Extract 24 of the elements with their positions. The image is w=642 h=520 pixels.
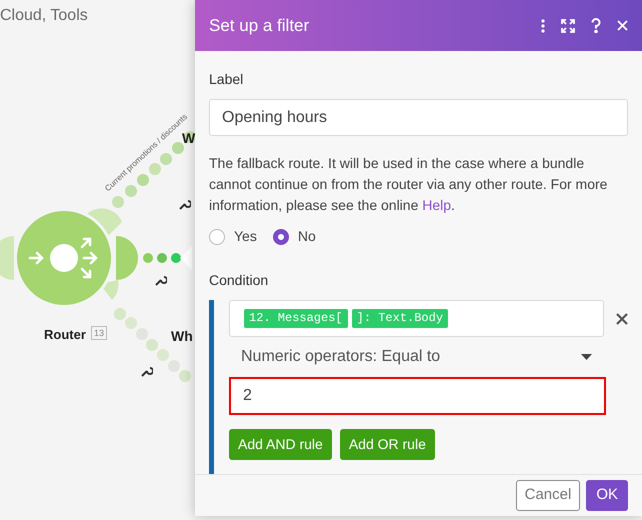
label-input[interactable]: Opening hours — [209, 99, 628, 136]
close-icon[interactable] — [617, 20, 628, 31]
help-link[interactable]: Help — [422, 197, 452, 213]
help-icon[interactable] — [591, 18, 601, 33]
fallback-radio[interactable]: Yes — [209, 226, 257, 247]
value-input[interactable]: 2 — [229, 377, 606, 415]
fallback-radio[interactable]: No — [272, 226, 316, 247]
cancel-button[interactable]: Cancel — [516, 480, 580, 511]
router-badge: 13 — [91, 326, 108, 340]
add-rule-button[interactable]: Add OR rule — [340, 429, 435, 460]
dialog-title: Set up a filter — [209, 14, 310, 37]
ok-button[interactable]: OK — [586, 480, 628, 511]
breadcrumb: Cloud, Tools — [0, 6, 88, 26]
label-caption: Label — [209, 70, 244, 89]
module-label: Wh — [171, 327, 193, 346]
route-description: The fallback route. It will be used in the case where a bundle cannot continue on from the router via any other route. For more information, please see the online Help. — [209, 154, 608, 215]
operator-dropdown[interactable]: Numeric operators: Equal to — [229, 337, 604, 377]
caret-icon — [581, 354, 592, 360]
expand-icon[interactable] — [561, 18, 575, 32]
add-rule-button[interactable]: Add AND rule — [229, 429, 332, 460]
condition-caption: Condition — [209, 271, 270, 290]
router-label: Router — [44, 326, 86, 344]
remove-icon[interactable] — [616, 312, 628, 324]
more-icon[interactable] — [541, 18, 545, 32]
